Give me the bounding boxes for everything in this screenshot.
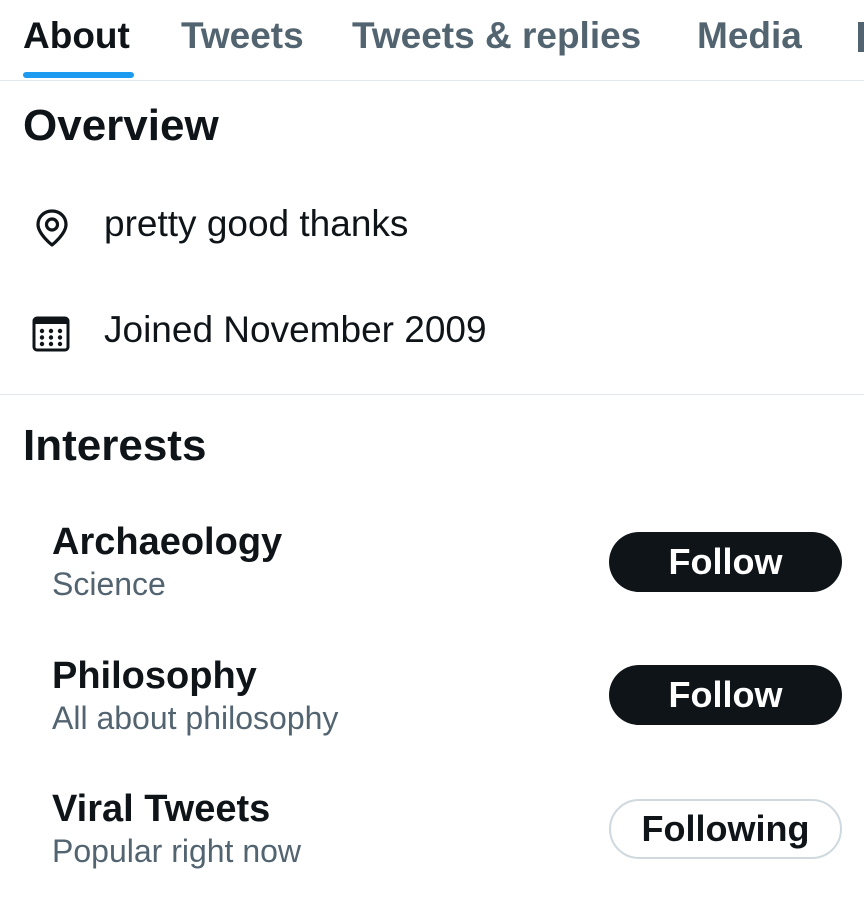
tab-overflow-edge[interactable] [858,22,864,52]
overview-heading: Overview [23,101,219,150]
interests-heading: Interests [23,421,207,470]
joined-date-text: Joined November 2009 [104,309,487,350]
interest-name: Archaeology [52,521,283,563]
joined-row: Joined November 2009 [0,302,864,362]
interest-subtitle: Science [52,566,166,602]
interest-name: Philosophy [52,655,257,697]
follow-button-philosophy[interactable]: Follow [609,665,842,725]
interest-name: Viral Tweets [52,788,271,830]
tab-tweets[interactable]: Tweets [181,14,304,58]
following-button-viral-tweets[interactable]: Following [609,799,842,859]
profile-tab-bar: About Tweets Tweets & replies Media [0,0,864,81]
interest-subtitle: All about philosophy [52,700,339,736]
tab-media[interactable]: Media [697,14,802,58]
active-tab-indicator [23,72,134,78]
tab-tweets-and-replies[interactable]: Tweets & replies [352,14,641,58]
location-row: pretty good thanks [0,196,864,256]
tab-about[interactable]: About [23,14,130,58]
location-text: pretty good thanks [104,203,409,244]
calendar-icon [30,312,74,356]
location-pin-icon [30,206,74,250]
interest-subtitle: Popular right now [52,833,302,869]
section-divider [0,394,864,395]
follow-button-archaeology[interactable]: Follow [609,532,842,592]
